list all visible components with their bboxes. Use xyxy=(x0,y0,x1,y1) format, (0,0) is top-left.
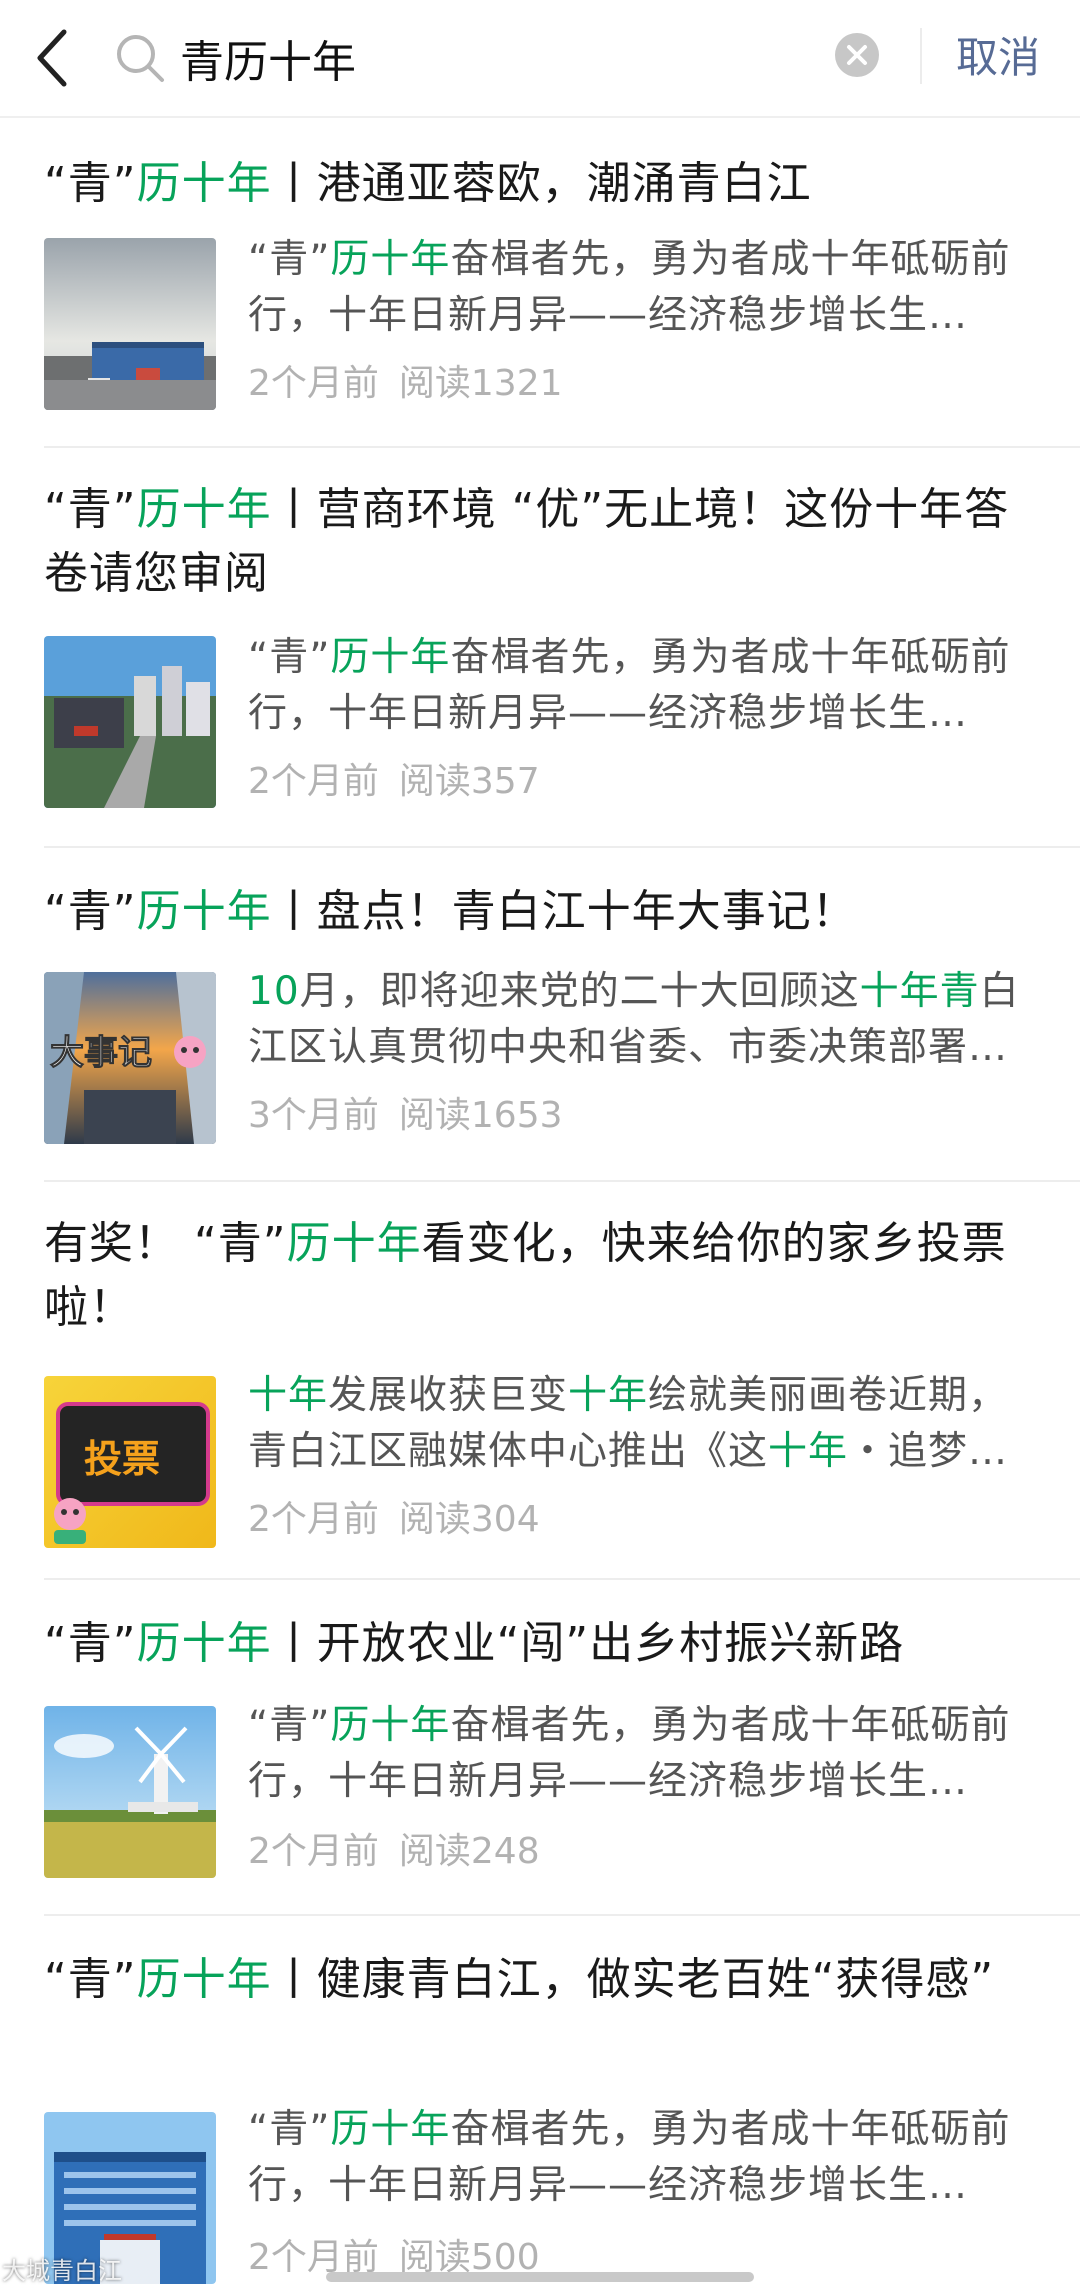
result-snippet: “青”历十年奋楫者先，勇为者成十年砥砺前行，十年日新月异——经济稳步增长生… xyxy=(248,2107,1011,2208)
title-highlight: 历十年 xyxy=(136,1618,272,1669)
result-thumbnail[interactable]: 投票 xyxy=(44,1376,216,1548)
result-time: 3个月前 xyxy=(248,1095,379,1136)
title-highlight: 历十年 xyxy=(136,1954,272,2005)
result-snippet: “青”历十年奋楫者先，勇为者成十年砥砺前行，十年日新月异——经济稳步增长生… xyxy=(248,1703,1011,1804)
result-time: 2个月前 xyxy=(248,363,379,404)
result-meta: 3个月前 阅读1653 xyxy=(248,1092,563,1140)
thumb-label: 投票 xyxy=(84,1437,160,1481)
title-suffix: 丨健康青白江，做实老百姓“获得感” xyxy=(271,1954,995,2005)
result-title[interactable]: “青”历十年丨港通亚蓉欧，潮涌青白江 xyxy=(44,152,1024,216)
result-reads: 阅读1653 xyxy=(398,1095,563,1136)
result-title[interactable]: “青”历十年丨开放农业“闯”出乡村振兴新路 xyxy=(44,1612,1024,1676)
title-prefix: “青” xyxy=(44,484,137,535)
result-reads: 阅读357 xyxy=(398,761,540,802)
result-title[interactable]: “青”历十年丨营商环境 “优”无止境！这份十年答卷请您审阅 xyxy=(44,478,1024,606)
result-snippet: “青”历十年奋楫者先，勇为者成十年砥砺前行，十年日新月异——经济稳步增长生… xyxy=(248,635,1011,736)
thumb-label: 大事记 xyxy=(50,1033,152,1073)
result-divider xyxy=(44,446,1080,448)
aerial-city-photo-icon xyxy=(44,636,216,808)
title-prefix: “青” xyxy=(44,1618,137,1669)
result-thumbnail[interactable] xyxy=(44,1706,216,1878)
result-thumbnail[interactable] xyxy=(44,636,216,808)
search-bar: 取消 xyxy=(0,0,1080,118)
result-thumbnail[interactable] xyxy=(44,238,216,410)
snippet-highlight: 历十年 xyxy=(330,1703,451,1748)
result-meta: 2个月前 阅读248 xyxy=(248,1828,540,1876)
snippet-highlight: 十年 xyxy=(568,1373,649,1418)
title-suffix: 丨港通亚蓉欧，潮涌青白江 xyxy=(271,158,812,209)
title-suffix: 丨开放农业“闯”出乡村振兴新路 xyxy=(271,1618,905,1669)
search-input[interactable] xyxy=(180,22,800,94)
result-time: 2个月前 xyxy=(248,1499,379,1540)
home-indicator[interactable] xyxy=(326,2272,754,2282)
clear-icon xyxy=(835,33,879,77)
result-item[interactable]: 有奖！ “青”历十年看变化，快来给你的家乡投票啦！ 投票 十年发展收获巨变十年绘… xyxy=(0,1182,1080,1580)
header-divider xyxy=(920,28,922,84)
snippet-highlight: 十年 xyxy=(768,1429,849,1474)
result-title[interactable]: “青”历十年丨健康青白江，做实老百姓“获得感” xyxy=(44,1948,1024,2012)
result-reads: 阅读304 xyxy=(398,1499,540,1540)
title-prefix: 有奖！ “青” xyxy=(44,1218,287,1269)
vote-badge-icon: 投票 xyxy=(44,1376,216,1548)
clear-search-button[interactable] xyxy=(834,32,880,78)
result-snippet: 十年发展收获巨变十年绘就美丽画卷近期，青白江区融媒体中心推出《这十年・追梦… xyxy=(248,1373,1009,1474)
search-icon xyxy=(117,35,164,82)
title-highlight: 历十年 xyxy=(136,158,272,209)
title-prefix: “青” xyxy=(44,1954,137,2005)
title-highlight: 历十年 xyxy=(136,484,272,535)
snippet-highlight: 十年 xyxy=(248,1373,329,1418)
cancel-button[interactable]: 取消 xyxy=(956,24,1040,92)
title-prefix: “青” xyxy=(44,886,137,937)
result-meta: 2个月前 阅读1321 xyxy=(248,360,563,408)
result-item[interactable]: “青”历十年丨港通亚蓉欧，潮涌青白江 “青”历十年奋楫者先，勇为者成十年砥砺前行… xyxy=(0,120,1080,450)
result-reads: 阅读248 xyxy=(398,1831,540,1872)
result-reads: 阅读1321 xyxy=(398,363,563,404)
snippet-highlight: 历十年 xyxy=(330,237,451,282)
title-suffix: 丨盘点！青白江十年大事记！ xyxy=(271,886,857,937)
result-thumbnail[interactable]: 大事记 xyxy=(44,972,216,1144)
result-item[interactable]: “青”历十年丨健康青白江，做实老百姓“获得感” “青”历十年奋楫者先，勇为者成十… xyxy=(0,1916,1080,2290)
chevron-left-icon xyxy=(37,29,67,87)
city-street-photo-icon xyxy=(44,238,216,410)
search-results-page: 取消 “青”历十年丨港通亚蓉欧，潮涌青白江 “青”历十年奋楫者 xyxy=(0,0,1080,2290)
result-item[interactable]: “青”历十年丨开放农业“闯”出乡村振兴新路 “青”历十年奋楫者先，勇为者成十年砥… xyxy=(0,1580,1080,1916)
result-meta: 2个月前 阅读304 xyxy=(248,1496,540,1544)
watermark: 大城青白江 xyxy=(2,2257,122,2285)
title-highlight: 历十年 xyxy=(136,886,272,937)
windmill-field-photo-icon xyxy=(44,1706,216,1878)
result-item[interactable]: “青”历十年丨营商环境 “优”无止境！这份十年答卷请您审阅 “青”历十年奋楫者先… xyxy=(0,450,1080,848)
result-snippet: “青”历十年奋楫者先，勇为者成十年砥砺前行，十年日新月异——经济稳步增长生… xyxy=(248,237,1011,338)
events-collage-icon: 大事记 xyxy=(44,972,216,1144)
snippet-highlight: 历十年 xyxy=(330,635,451,680)
result-snippet: 10月，即将迎来党的二十大回顾这十年青白江区认真贯彻中央和省委、市委决策部署… xyxy=(248,969,1020,1070)
title-highlight: 历十年 xyxy=(286,1218,422,1269)
back-button[interactable] xyxy=(26,22,86,94)
snippet-highlight: 十年青 xyxy=(859,969,980,1014)
snippet-highlight: 历十年 xyxy=(330,2107,451,2152)
result-meta: 2个月前 阅读357 xyxy=(248,758,540,806)
title-prefix: “青” xyxy=(44,158,137,209)
result-item[interactable]: “青”历十年丨盘点！青白江十年大事记！ 大事记 10月，即将迎来党的二十大回顾这… xyxy=(0,848,1080,1182)
snippet-highlight: 10 xyxy=(248,969,300,1014)
result-title[interactable]: 有奖！ “青”历十年看变化，快来给你的家乡投票啦！ xyxy=(44,1212,1024,1340)
result-time: 2个月前 xyxy=(248,761,379,802)
result-title[interactable]: “青”历十年丨盘点！青白江十年大事记！ xyxy=(44,880,1024,944)
result-time: 2个月前 xyxy=(248,1831,379,1872)
